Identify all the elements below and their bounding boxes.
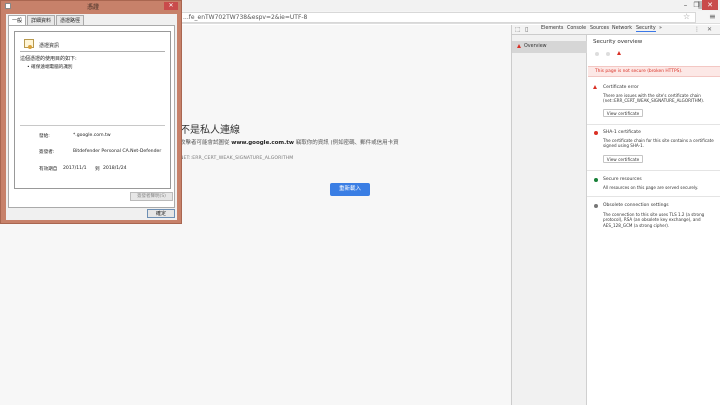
issuer-statement-button[interactable]: 簽發者聲明(S) (130, 192, 173, 201)
general-panel: 憑證資訊 這個憑證的使用目的如下: • 確保遠端電腦的識別 發給: *.goog… (8, 25, 175, 208)
dialog-body: 一般 詳細資料 憑證路徑 憑證資訊 這個憑證的使用目的如下: • 確保遠端電腦的… (6, 14, 177, 220)
maximize-icon[interactable]: ❐ (691, 0, 702, 10)
divider (587, 196, 720, 197)
valid-to-word: 到 (95, 167, 100, 172)
security-sidebar: Overview (512, 35, 587, 405)
certificate-icon (5, 3, 11, 9)
tab-console[interactable]: Console (567, 26, 586, 31)
insecure-state-icon (617, 51, 621, 55)
certificate-error-desc: There are issues with the site's certifi… (603, 93, 705, 104)
divider (20, 125, 165, 126)
secure-state-icon (595, 52, 599, 56)
issued-to-label: 發給: (39, 134, 50, 139)
bookmark-star-icon[interactable]: ☆ (683, 12, 690, 21)
valid-to-value: 2018/1/24 (103, 166, 127, 171)
device-mode-icon[interactable]: ▯ (525, 26, 528, 33)
page-description: 攻擊者可能會試圖從 www.google.com.tw 竊取你的資訊 (例如密碼… (180, 138, 399, 146)
secure-icon (594, 178, 598, 182)
issued-by-label: 簽發者: (39, 150, 55, 155)
tab-network[interactable]: Network (612, 26, 632, 31)
close-icon[interactable]: ✕ (702, 0, 718, 10)
view-certificate-button[interactable]: View certificate (603, 109, 643, 117)
dialog-title: 憑證 (87, 4, 100, 11)
connection-settings-desc: The connection to this site uses TLS 1.2… (603, 212, 705, 228)
certificate-dialog: 憑證 ✕ 一般 詳細資料 憑證路徑 憑證資訊 這個憑證的使用目的如下: • 確保… (0, 0, 182, 224)
tab-general[interactable]: 一般 (8, 15, 27, 25)
page-title: 不是私人連線 (180, 125, 240, 136)
tab-cert-path[interactable]: 憑證路徑 (56, 15, 85, 25)
tab-elements[interactable]: Elements (541, 26, 563, 31)
error-icon (593, 85, 597, 89)
ok-button[interactable]: 確定 (147, 209, 175, 218)
overview-title: Security overview (593, 39, 643, 45)
minimize-icon[interactable]: – (680, 0, 691, 10)
info-icon (594, 204, 598, 208)
certificate-icon (24, 39, 34, 49)
desc-suffix: 竊取你的資訊 (例如密碼、郵件或信用卡資 (295, 140, 399, 146)
tab-details[interactable]: 詳細資料 (27, 15, 56, 25)
devtools-toolbar: ⬚ ▯ Elements Console Sources Network Sec… (512, 25, 720, 35)
divider (587, 124, 720, 125)
dialog-close-button[interactable]: ✕ (164, 2, 178, 10)
divider (587, 170, 720, 171)
dialog-tabs: 一般 詳細資料 憑證路徑 (8, 15, 85, 25)
secure-resources-desc: All resources on this page are served se… (603, 185, 699, 190)
secure-resources-title: Secure resources (603, 177, 642, 182)
tab-sources[interactable]: Sources (590, 26, 609, 31)
certificate-info-box: 憑證資訊 這個憑證的使用目的如下: • 確保遠端電腦的識別 發給: *.goog… (14, 31, 171, 189)
url-input[interactable]: ...fe_enTW702TW738&espv=2&ie=UTF-8 (178, 12, 696, 23)
more-tabs-icon[interactable]: » (659, 26, 662, 31)
error-code: NET::ERR_CERT_WEAK_SIGNATURE_ALGORITHM (180, 156, 294, 161)
purpose-item: • 確保遠端電腦的識別 (27, 65, 73, 70)
view-certificate-button[interactable]: View certificate (603, 155, 643, 163)
desc-prefix: 攻擊者可能會試圖從 (180, 140, 230, 146)
error-icon (594, 131, 598, 135)
sidebar-item-overview[interactable]: Overview (512, 41, 587, 53)
certificate-error-title: Certificate error (603, 85, 639, 90)
close-devtools-icon[interactable]: ✕ (707, 26, 712, 33)
connection-settings-title: Obsolete connection settings (603, 203, 669, 208)
desc-host: www.google.com.tw (231, 140, 294, 146)
purpose-title: 這個憑證的使用目的如下: (20, 56, 77, 62)
sha1-title: SHA-1 certificate (603, 130, 641, 135)
issued-to-value: *.google.com.tw (73, 133, 111, 138)
divider (20, 51, 165, 52)
security-overview: Security overview This page is not secur… (587, 35, 720, 405)
menu-icon[interactable]: ≡ (709, 12, 716, 21)
alert-text: This page is not secure (broken HTTPS). (595, 69, 683, 74)
dialog-titlebar[interactable]: 憑證 ✕ (1, 1, 181, 12)
security-alert-bar: This page is not secure (broken HTTPS). (588, 66, 720, 77)
reload-button[interactable]: 重新載入 (330, 183, 370, 196)
devtools-panel: ⬚ ▯ Elements Console Sources Network Sec… (511, 25, 720, 405)
info-header: 憑證資訊 (39, 43, 60, 49)
issued-by-value: Bitdefender Personal CA.Net-Defender (73, 149, 162, 154)
sha1-desc: The certificate chain for this site cont… (603, 138, 714, 149)
inspect-icon[interactable]: ⬚ (515, 26, 521, 33)
window-controls: – ❐ ✕ (680, 0, 718, 10)
valid-from-value: 2017/11/1 (63, 166, 87, 171)
valid-label: 有效期自 (39, 167, 58, 172)
sidebar-item-label: Overview (524, 44, 547, 49)
tab-security[interactable]: Security (636, 26, 656, 32)
warning-icon (517, 44, 521, 48)
neutral-state-icon (606, 52, 610, 56)
more-menu-icon[interactable]: ⋮ (694, 26, 700, 33)
screen: – ❐ ✕ ...fe_enTW702TW738&espv=2&ie=UTF-8… (0, 0, 720, 405)
